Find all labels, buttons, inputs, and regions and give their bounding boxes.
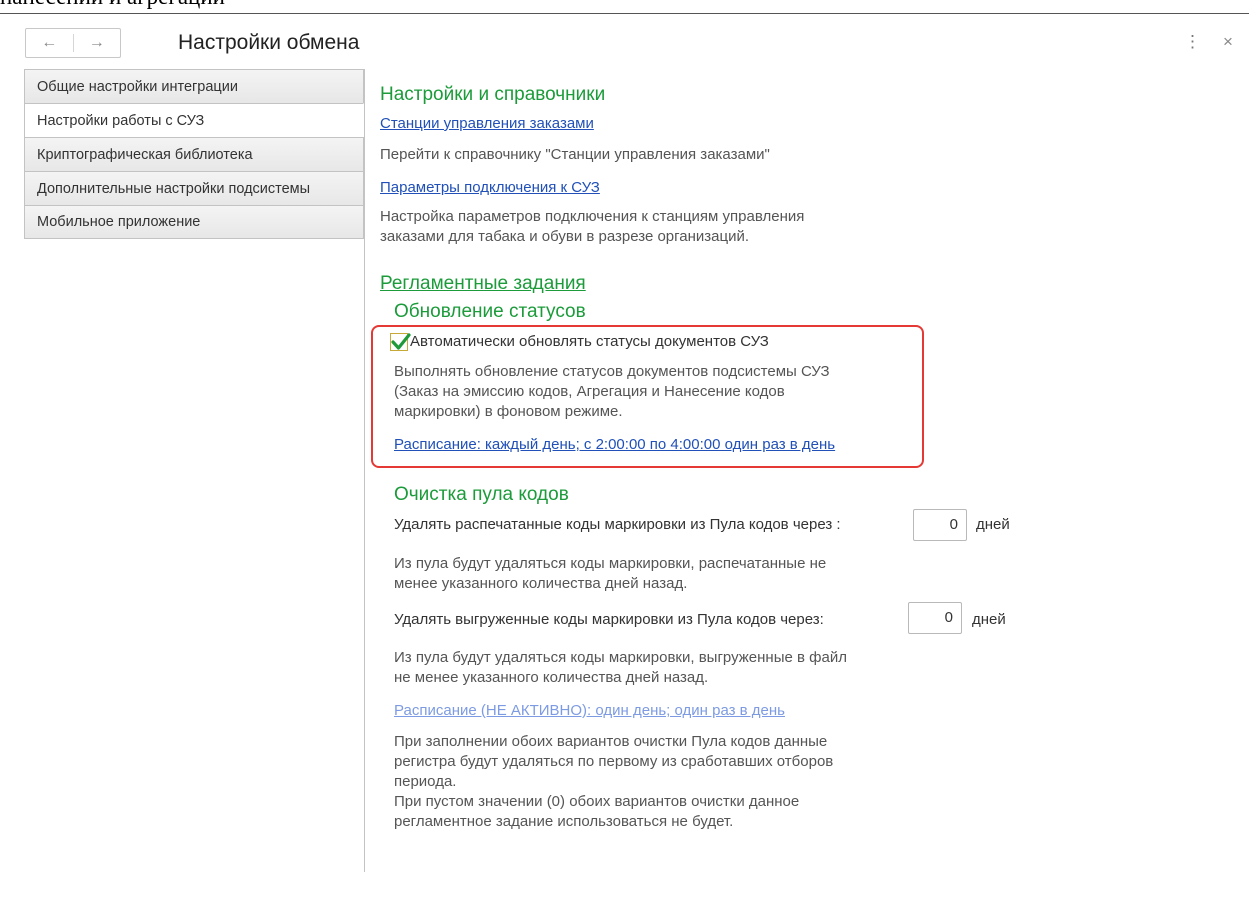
printed-codes-description-line2: менее указанного количества дней назад. <box>394 575 688 592</box>
document-fragment-text: нанесении и агрегации <box>0 0 225 10</box>
cleanup-note-line1: При заполнении обоих вариантов очистки П… <box>394 733 828 750</box>
subsection-title-pool-cleanup: Очистка пула кодов <box>394 484 569 505</box>
tab-suz-settings[interactable]: Настройки работы с СУЗ <box>24 103 364 137</box>
cleanup-note-line2: регистра будут удаляться по первому из с… <box>394 753 834 770</box>
settings-tabs: Общие настройки интеграции Настройки раб… <box>24 69 364 239</box>
close-icon[interactable]: × <box>1223 32 1233 52</box>
connection-params-description-line2: заказами для табака и обуви в разрезе ор… <box>380 228 750 245</box>
exported-codes-description-line1: Из пула будут удаляться коды маркировки,… <box>394 649 847 666</box>
navigation-buttons: ← → <box>25 28 121 58</box>
order-stations-link[interactable]: Станции управления заказами <box>380 115 594 132</box>
window-title: Настройки обмена <box>178 31 360 54</box>
exported-codes-description-line2: не менее указанного количества дней наза… <box>394 669 709 686</box>
pool-cleanup-schedule-link[interactable]: Расписание (НЕ АКТИВНО): один день; один… <box>394 702 785 719</box>
section-title-settings: Настройки и справочники <box>380 84 606 105</box>
printed-codes-days-input[interactable]: 0 <box>913 509 967 541</box>
tab-mobile-app[interactable]: Мобильное приложение <box>24 205 364 239</box>
printed-codes-days-unit: дней <box>976 516 1010 533</box>
exported-codes-label: Удалять выгруженные коды маркировки из П… <box>394 611 824 628</box>
document-rule <box>0 13 1249 14</box>
highlight-annotation-frame <box>371 325 924 468</box>
exported-codes-days-unit: дней <box>972 611 1006 628</box>
printed-codes-label: Удалять распечатанные коды маркировки из… <box>394 516 841 533</box>
cleanup-note-line3: периода. <box>394 773 457 790</box>
printed-codes-description-line1: Из пула будут удаляться коды маркировки,… <box>394 555 827 572</box>
cleanup-note-line4: При пустом значении (0) обоих вариантов … <box>394 793 800 810</box>
subsection-title-status-update: Обновление статусов <box>394 301 586 322</box>
order-stations-description: Перейти к справочнику "Станции управлени… <box>380 146 770 163</box>
suz-connection-params-link[interactable]: Параметры подключения к СУЗ <box>380 179 600 196</box>
tab-general-integration[interactable]: Общие настройки интеграции <box>24 69 364 103</box>
cleanup-note-line5: регламентное задание использоваться не б… <box>394 813 734 830</box>
panel-divider <box>364 69 365 872</box>
back-arrow-icon[interactable]: ← <box>26 29 73 57</box>
tab-crypto-library[interactable]: Криптографическая библиотека <box>24 137 364 171</box>
more-actions-icon[interactable]: ⋮ <box>1184 32 1201 52</box>
tab-additional-settings[interactable]: Дополнительные настройки подсистемы <box>24 171 364 205</box>
section-title-scheduled-jobs: Регламентные задания <box>380 273 586 294</box>
connection-params-description-line1: Настройка параметров подключения к станц… <box>380 208 805 225</box>
forward-arrow-icon[interactable]: → <box>74 29 121 57</box>
exported-codes-days-input[interactable]: 0 <box>908 602 962 634</box>
